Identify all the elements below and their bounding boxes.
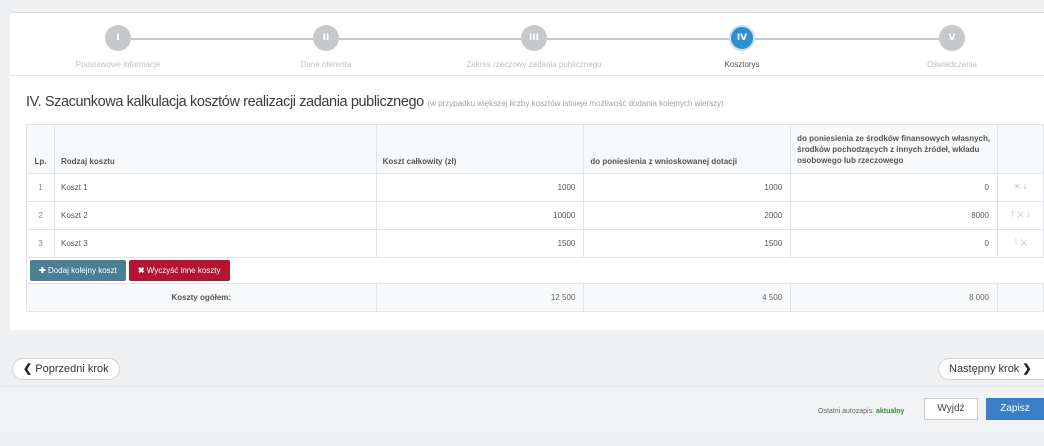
clear-costs-button[interactable]: ✖ Wyczyść inne koszty [128, 260, 230, 281]
step-2-circle: II [313, 25, 339, 51]
totals-total: 12 500 [375, 283, 585, 312]
col-total-header: Koszt całkowity (zł) [375, 124, 585, 174]
cost-total-input[interactable]: 1000 [375, 173, 585, 202]
exit-button[interactable]: Wyjdź [924, 398, 978, 420]
step-2-label: Dane oferenta [300, 60, 352, 69]
step-5[interactable]: V Oświadczenia [852, 25, 1044, 69]
autosave-value: aktualny [875, 408, 905, 415]
section-hint: (w przypadku większej liczby kosztów ist… [427, 99, 724, 108]
move-down-icon[interactable]: 🡓 [1023, 182, 1027, 191]
step-4-label: Kosztorys [724, 60, 760, 69]
cost-total-input[interactable]: 10000 [375, 201, 585, 230]
table-buttons-cell: ✚ Dodaj kolejny koszt ✖ Wyczyść inne kos… [26, 257, 1044, 284]
table-row: 1 Koszt 1 1000 1000 0 ✕ 🡓 [26, 173, 1044, 202]
step-4-circle: IV [729, 25, 755, 51]
step-4[interactable]: IV Kosztorys [642, 25, 842, 69]
add-cost-button[interactable]: ✚ Dodaj kolejny koszt [30, 260, 126, 281]
step-3[interactable]: III Zakres rzeczowy zadania publicznego [434, 25, 634, 69]
step-2[interactable]: II Dane oferenta [226, 25, 426, 69]
move-down-icon[interactable]: 🡓 [1026, 210, 1030, 219]
remove-row-icon[interactable]: ✕ [1017, 210, 1024, 219]
col-lp-header: Lp. [26, 124, 55, 174]
chevron-right-icon: ❯ [1022, 363, 1032, 375]
step-5-label: Oświadczenia [927, 60, 977, 69]
totals-label: Koszty ogółem: [26, 283, 377, 312]
chevron-left-icon: ❮ [23, 363, 33, 375]
step-1-label: Podstawowe informacje [75, 60, 161, 69]
col-own-header: do poniesienia ze środków finansowych wł… [790, 124, 998, 174]
totals-grant: 4 500 [583, 283, 792, 312]
move-up-icon[interactable]: 🡑 [1014, 238, 1018, 247]
table-buttons-row: ✚ Dodaj kolejny koszt ✖ Wyczyść inne kos… [26, 257, 1044, 284]
stepper: I Podstawowe informacje II Dane oferenta… [10, 13, 1044, 75]
cost-total-input[interactable]: 1500 [375, 229, 585, 258]
table-row: 3 Koszt 3 1500 1500 0 🡑 ✕ [26, 229, 1044, 258]
next-step-label: Następny krok [949, 363, 1020, 375]
col-grant-header: do poniesienia z wnioskowanej dotacji [583, 124, 792, 174]
cost-own-input[interactable]: 8000 [790, 201, 998, 230]
table-header-row: Lp. Rodzaj kosztu Koszt całkowity (zł) d… [26, 124, 1044, 174]
cost-grant-input[interactable]: 2000 [583, 201, 792, 230]
cost-table: Lp. Rodzaj kosztu Koszt całkowity (zł) d… [26, 124, 1044, 312]
add-cost-label: Dodaj kolejny koszt [47, 266, 117, 275]
stepper-divider [10, 75, 1044, 76]
table-row: 2 Koszt 2 10000 2000 8000 🡑 ✕ 🡓 [26, 201, 1044, 230]
plus-icon: ✚ [39, 266, 46, 275]
cost-grant-input[interactable]: 1500 [583, 229, 792, 258]
cost-grant-input[interactable]: 1000 [583, 173, 792, 202]
previous-step-button[interactable]: ❮ Poprzedni krok [12, 358, 120, 380]
cost-own-input[interactable]: 0 [790, 173, 998, 202]
remove-row-icon[interactable]: ✕ [1020, 238, 1027, 247]
autosave-status: Ostatni autozapis: aktualny [818, 408, 904, 415]
close-icon: ✖ [137, 266, 145, 275]
cost-type-input[interactable]: Koszt 2 [53, 201, 377, 230]
step-1-circle: I [105, 25, 131, 51]
step-1[interactable]: I Podstawowe informacje [18, 25, 218, 69]
step-5-circle: V [939, 25, 965, 51]
remove-row-icon[interactable]: ✕ [1014, 182, 1021, 191]
col-actions-header [996, 124, 1044, 174]
row-lp: 2 [26, 201, 55, 230]
move-up-icon[interactable]: 🡑 [1011, 210, 1015, 219]
cost-own-input[interactable]: 0 [790, 229, 998, 258]
row-actions: 🡑 ✕ [996, 229, 1044, 258]
totals-actions-cell [996, 283, 1044, 312]
section-title: IV. Szacunkowa kalkulacja kosztów realiz… [26, 94, 424, 110]
cost-type-input[interactable]: Koszt 3 [53, 229, 377, 258]
row-lp: 1 [26, 173, 55, 202]
row-actions: ✕ 🡓 [996, 173, 1044, 202]
row-actions: 🡑 ✕ 🡓 [996, 201, 1044, 230]
cost-type-input[interactable]: Koszt 1 [53, 173, 377, 202]
row-lp: 3 [26, 229, 55, 258]
previous-step-label: Poprzedni krok [35, 363, 109, 375]
footer-bar: Ostatni autozapis: aktualny Wyjdź Zapisz [0, 386, 1044, 432]
next-step-button[interactable]: Następny krok ❯ [938, 358, 1044, 380]
col-type-header: Rodzaj kosztu [53, 124, 377, 174]
step-3-label: Zakres rzeczowy zadania publicznego [466, 60, 602, 69]
step-3-circle: III [521, 25, 547, 51]
totals-own: 8 000 [790, 283, 998, 312]
clear-costs-label: Wyczyść inne koszty [146, 266, 221, 275]
totals-row: Koszty ogółem: 12 500 4 500 8 000 [26, 283, 1044, 312]
autosave-label: Ostatni autozapis: [818, 408, 875, 415]
section-heading: IV. Szacunkowa kalkulacja kosztów realiz… [26, 94, 724, 110]
save-button[interactable]: Zapisz [986, 398, 1044, 420]
